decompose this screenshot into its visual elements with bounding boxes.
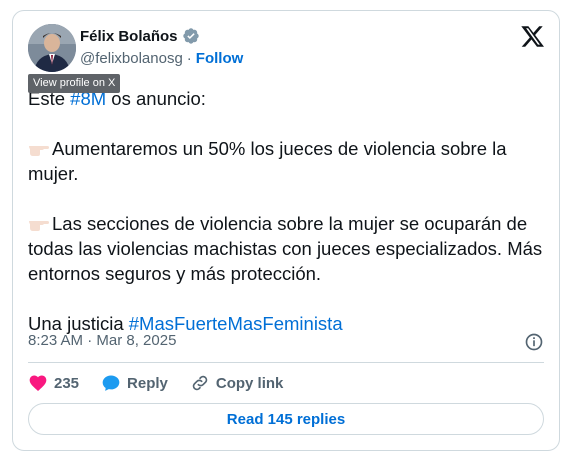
tweet-text: Este #8M os anuncio: Aumentaremos un 50%… <box>28 86 548 336</box>
tweet-line1-post: os anuncio: <box>106 88 206 109</box>
tooltip: View profile on X <box>28 74 121 93</box>
author-name[interactable]: Félix Bolaños <box>80 28 178 45</box>
info-icon[interactable] <box>524 332 544 352</box>
avatar[interactable] <box>28 24 76 72</box>
reply-button[interactable]: Reply <box>101 373 168 393</box>
tweet-para-2: Aumentaremos un 50% los jueces de violen… <box>28 138 507 184</box>
verified-badge-icon <box>182 28 199 44</box>
author-handle[interactable]: @felixbolanosg <box>80 50 183 67</box>
like-count: 235 <box>54 374 80 392</box>
x-logo-icon[interactable] <box>521 24 545 48</box>
pointing-hand-icon <box>28 213 52 234</box>
hashtag-masfuertemasfeminista[interactable]: #MasFuerteMasFeminista <box>129 313 343 334</box>
tweet-para4-pre: Una justicia <box>28 313 129 334</box>
pointing-hand-icon <box>28 138 52 159</box>
read-replies-button[interactable]: Read 145 replies <box>28 403 544 435</box>
link-icon <box>192 375 208 391</box>
divider <box>28 362 544 363</box>
follow-button[interactable]: Follow <box>196 50 244 67</box>
like-button[interactable]: 235 <box>28 373 79 393</box>
copy-link-button[interactable]: Copy link <box>190 373 284 393</box>
copy-link-label: Copy link <box>215 374 284 392</box>
reply-icon <box>102 375 120 391</box>
heart-icon <box>29 375 47 391</box>
tweet-para-3: Las secciones de violencia sobre la muje… <box>28 213 543 284</box>
reply-label: Reply <box>127 374 168 392</box>
separator-dot: · <box>186 50 192 67</box>
timestamp[interactable]: 8:23 AM · Mar 8, 2025 <box>28 332 176 349</box>
